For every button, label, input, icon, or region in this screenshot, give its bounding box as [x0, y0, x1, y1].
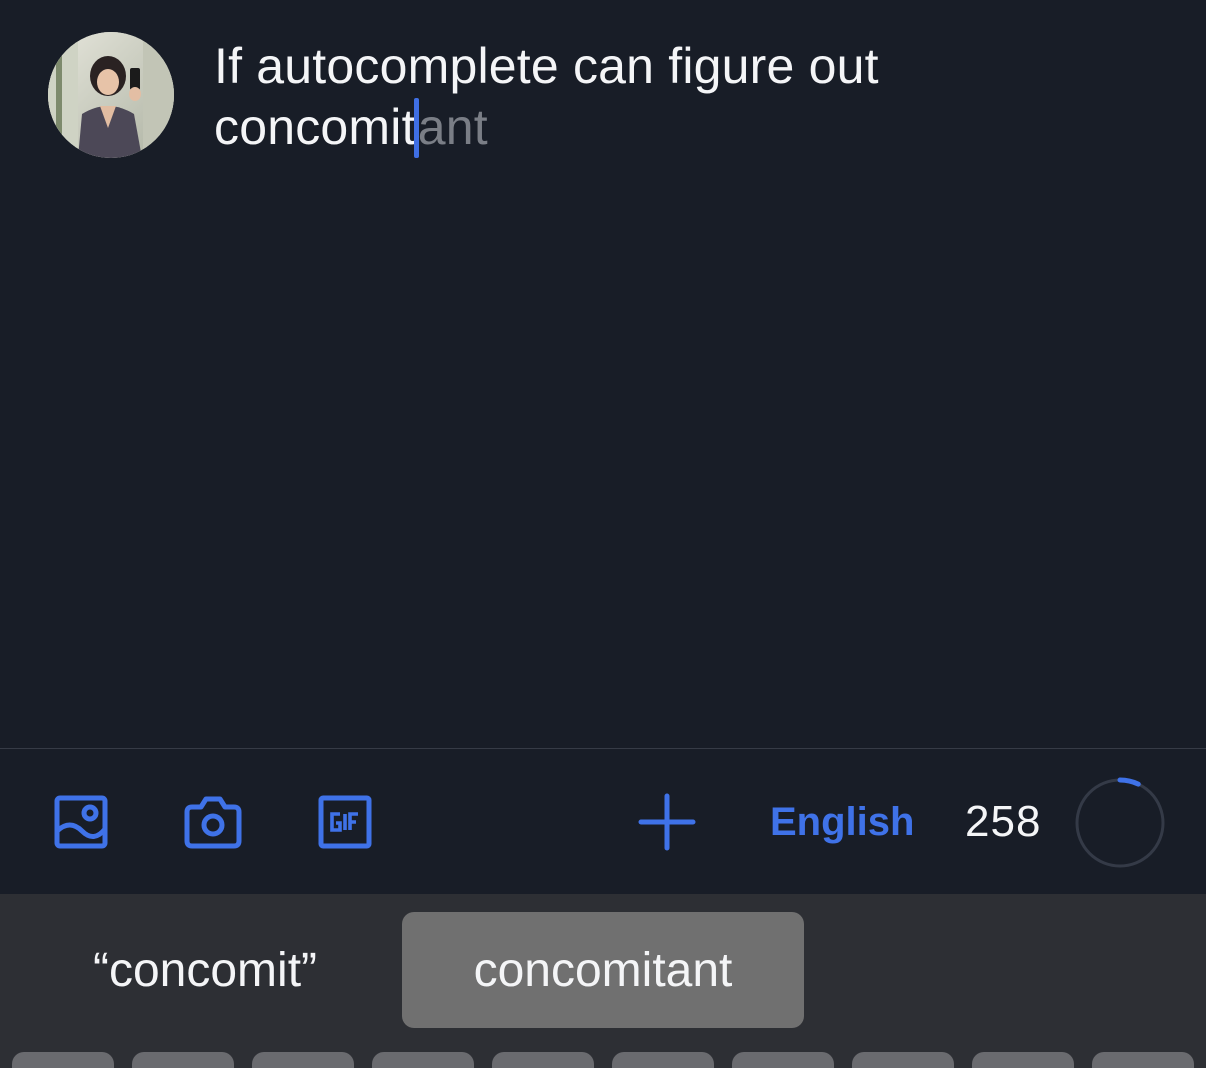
keyboard-key[interactable] [372, 1052, 474, 1068]
avatar-photo [48, 32, 174, 158]
camera-button[interactable] [180, 789, 246, 855]
add-thread-button[interactable] [634, 789, 700, 855]
character-progress-ring [1074, 777, 1166, 869]
keyboard-key[interactable] [1092, 1052, 1194, 1068]
autocomplete-ghost-text: ant [417, 99, 488, 155]
suggestion-autocomplete[interactable]: concomitant [402, 912, 804, 1028]
camera-icon [184, 796, 242, 849]
user-avatar[interactable] [48, 32, 174, 158]
typed-text-line-2: concomitant [214, 97, 1114, 158]
add-image-button[interactable] [48, 789, 114, 855]
gif-button[interactable] [312, 789, 378, 855]
tweet-text-input[interactable]: If autocomplete can figure out concomita… [214, 36, 1114, 158]
gif-icon [318, 795, 372, 849]
tweet-compose-screen: If autocomplete can figure out concomita… [0, 0, 1206, 1068]
characters-remaining: 258 [965, 797, 1042, 846]
keyboard-key[interactable] [132, 1052, 234, 1068]
compose-toolbar: English 258 [0, 749, 1206, 894]
keyboard: “concomit” concomitant [0, 894, 1206, 1068]
keyboard-key[interactable] [852, 1052, 954, 1068]
image-icon [54, 795, 108, 849]
plus-icon [638, 793, 696, 851]
keyboard-key[interactable] [612, 1052, 714, 1068]
keyboard-key[interactable] [732, 1052, 834, 1068]
typed-text-line-1: If autocomplete can figure out [214, 38, 879, 94]
language-selector[interactable]: English [770, 795, 914, 849]
keyboard-key[interactable] [12, 1052, 114, 1068]
keyboard-key[interactable] [972, 1052, 1074, 1068]
keyboard-key[interactable] [492, 1052, 594, 1068]
suggestion-literal[interactable]: “concomit” [40, 912, 370, 1028]
typed-partial-word: concomit [214, 99, 416, 155]
keyboard-key[interactable] [252, 1052, 354, 1068]
